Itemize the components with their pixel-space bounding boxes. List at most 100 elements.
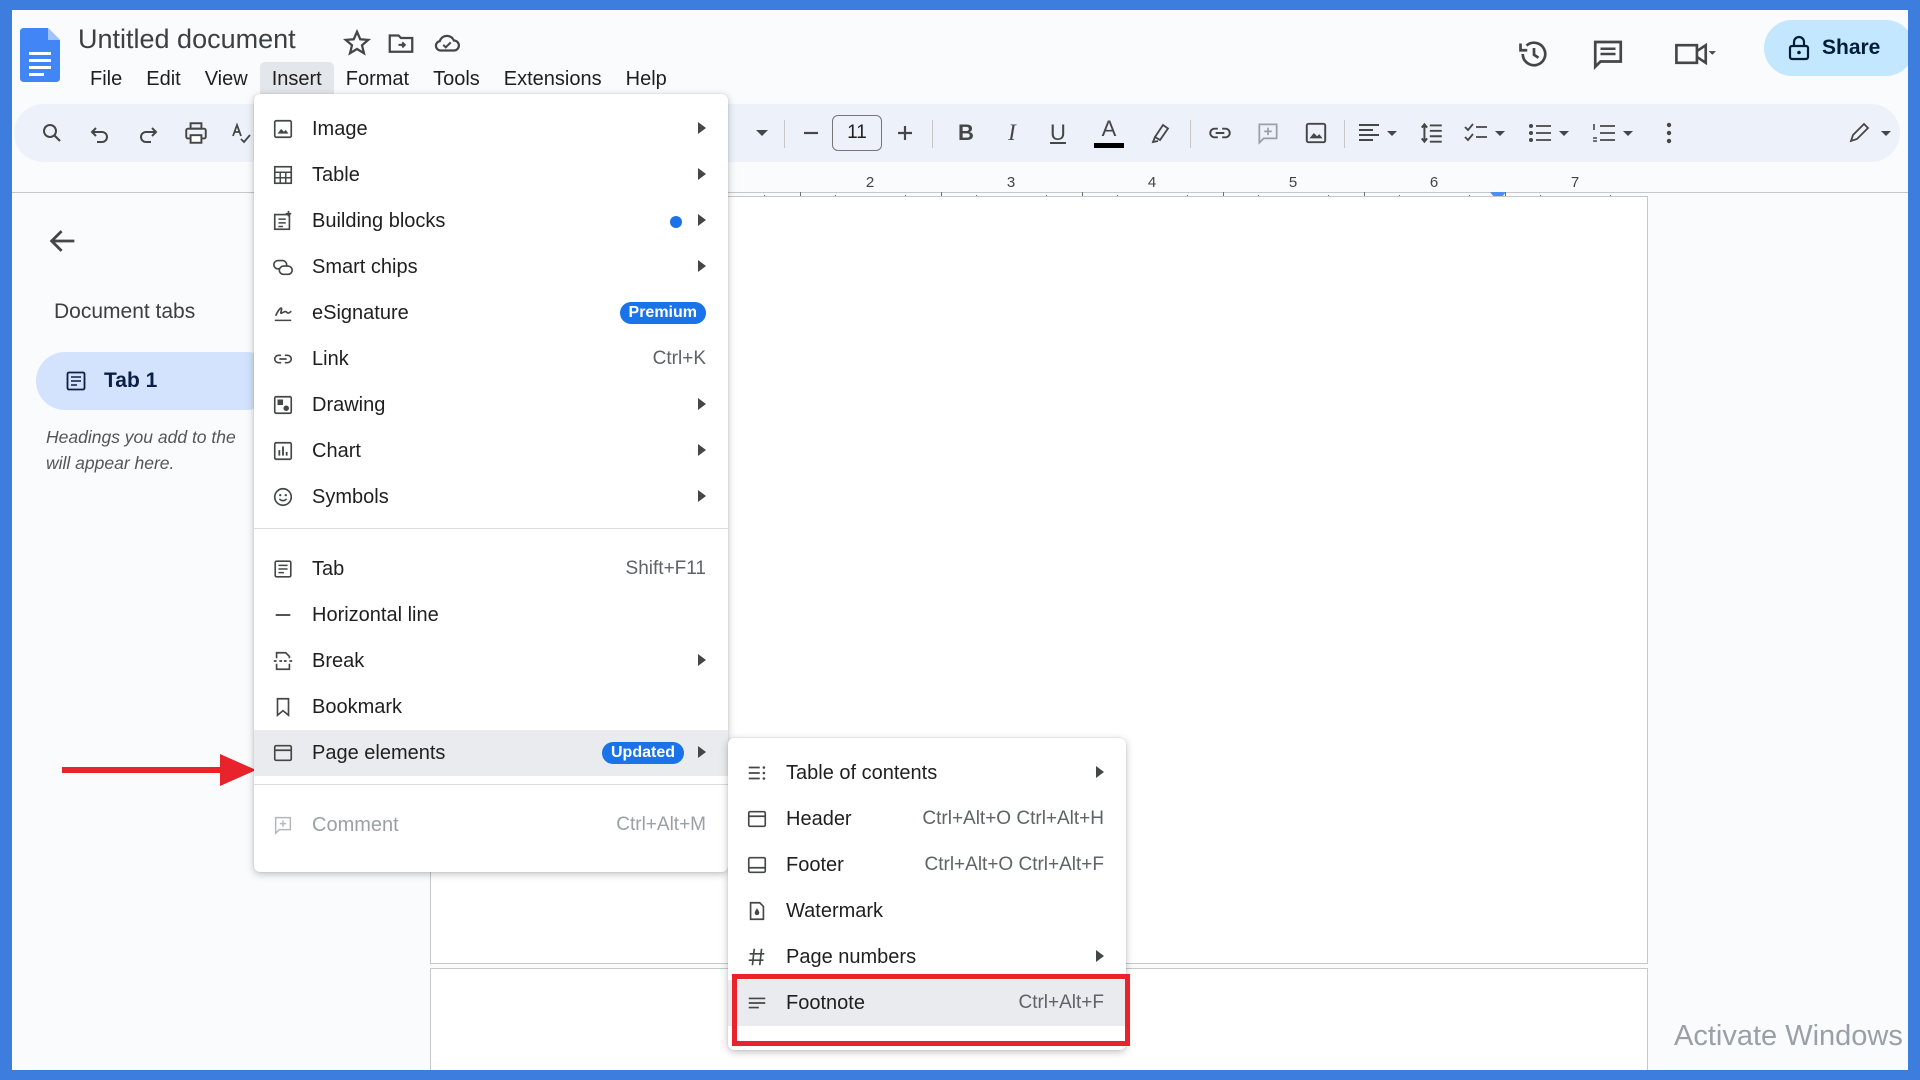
editing-mode-icon[interactable] xyxy=(1844,104,1900,162)
docs-logo-icon[interactable] xyxy=(20,28,60,82)
highlight-icon[interactable] xyxy=(1142,104,1178,162)
image-icon xyxy=(273,119,293,139)
menu-item-break[interactable]: Break xyxy=(254,638,728,684)
menu-item-page-numbers[interactable]: Page numbers xyxy=(728,934,1126,980)
menu-bar: File Edit View Insert Format Tools Exten… xyxy=(78,62,679,98)
menu-file[interactable]: File xyxy=(78,62,134,98)
decrease-font-icon[interactable] xyxy=(796,104,826,162)
tab-label: Tab 1 xyxy=(104,369,158,392)
menu-item-footnote[interactable]: Footnote Ctrl+Alt+F xyxy=(728,980,1126,1026)
menu-view[interactable]: View xyxy=(193,62,260,98)
spellcheck-icon[interactable] xyxy=(224,104,258,162)
move-folder-icon[interactable] xyxy=(386,28,416,58)
font-size-input[interactable]: 11 xyxy=(832,115,882,151)
ruler-number: 7 xyxy=(1570,174,1580,191)
menu-item-label: Table xyxy=(312,163,360,186)
menu-item-table-of-contents[interactable]: Table of contents xyxy=(728,750,1126,796)
esignature-icon xyxy=(274,307,292,322)
insert-menu: Image Table Building blocks Smart chips … xyxy=(254,94,728,872)
page-elements-icon xyxy=(273,744,293,762)
sidebar-tab-1[interactable]: Tab 1 xyxy=(36,352,276,410)
footnote-icon xyxy=(748,997,766,1009)
menu-edit[interactable]: Edit xyxy=(134,62,192,98)
menu-item-tab[interactable]: Tab Shift+F11 xyxy=(254,546,728,592)
menu-insert[interactable]: Insert xyxy=(259,62,334,98)
ruler-number: 5 xyxy=(1288,174,1298,191)
back-arrow-icon[interactable] xyxy=(46,224,80,258)
menu-item-smart-chips[interactable]: Smart chips xyxy=(254,244,728,290)
insert-image-icon[interactable] xyxy=(1298,104,1334,162)
menu-item-label: Image xyxy=(312,117,368,140)
menu-item-label: Chart xyxy=(312,439,361,462)
meet-icon[interactable] xyxy=(1672,36,1716,72)
menu-item-drawing[interactable]: Drawing xyxy=(254,382,728,428)
submenu-arrow-icon xyxy=(698,214,706,226)
menu-extensions[interactable]: Extensions xyxy=(492,62,614,98)
menu-item-horizontal-line[interactable]: Horizontal line xyxy=(254,592,728,638)
menu-format[interactable]: Format xyxy=(334,62,421,98)
submenu-arrow-icon xyxy=(1096,950,1104,962)
menu-item-watermark[interactable]: Watermark xyxy=(728,888,1126,934)
menu-item-page-elements[interactable]: Page elements Updated xyxy=(254,730,728,776)
menu-tools[interactable]: Tools xyxy=(421,62,492,98)
smart-chips-icon xyxy=(273,259,293,276)
increase-font-icon[interactable] xyxy=(890,104,920,162)
italic-icon[interactable]: I xyxy=(994,104,1030,162)
text-color-icon[interactable]: A xyxy=(1092,104,1126,162)
menu-item-footer[interactable]: Footer Ctrl+Alt+O Ctrl+Alt+F xyxy=(728,842,1126,888)
undo-icon[interactable] xyxy=(80,104,120,162)
numbered-list-icon[interactable] xyxy=(1588,104,1644,162)
updated-badge: Updated xyxy=(602,742,684,764)
menu-item-label: Horizontal line xyxy=(312,603,439,626)
header-icon xyxy=(747,810,767,828)
underline-icon[interactable]: U xyxy=(1040,104,1076,162)
menu-item-label: Page numbers xyxy=(786,945,917,968)
menu-item-bookmark[interactable]: Bookmark xyxy=(254,684,728,730)
outline-hint-line: will appear here. xyxy=(46,453,175,473)
align-icon[interactable] xyxy=(1354,104,1404,162)
menu-item-image[interactable]: Image xyxy=(254,106,728,152)
page-elements-submenu: Table of contents Header Ctrl+Alt+O Ctrl… xyxy=(728,738,1126,1050)
menu-item-table[interactable]: Table xyxy=(254,152,728,198)
annotation-arrow xyxy=(62,754,256,786)
cloud-saved-icon[interactable] xyxy=(432,28,462,58)
bold-icon[interactable]: B xyxy=(948,104,984,162)
document-title[interactable]: Untitled document xyxy=(78,24,296,55)
comments-icon[interactable] xyxy=(1590,36,1626,72)
drawing-icon xyxy=(273,395,293,415)
submenu-arrow-icon xyxy=(698,444,706,456)
bulleted-list-icon[interactable] xyxy=(1524,104,1580,162)
star-icon[interactable] xyxy=(342,28,372,58)
share-button[interactable]: Share xyxy=(1764,20,1908,76)
comment-icon xyxy=(274,816,292,836)
add-comment-icon[interactable] xyxy=(1250,104,1286,162)
menu-item-label: Smart chips xyxy=(312,255,418,278)
outline-hint-line: Headings you add to the xyxy=(46,427,236,447)
font-dropdown-arrow-icon[interactable] xyxy=(750,104,774,162)
history-icon[interactable] xyxy=(1516,36,1552,72)
menu-item-label: Symbols xyxy=(312,485,389,508)
menu-item-symbols[interactable]: Symbols xyxy=(254,474,728,520)
link-icon[interactable] xyxy=(1202,104,1238,162)
print-icon[interactable] xyxy=(176,104,216,162)
redo-icon[interactable] xyxy=(128,104,168,162)
document-tabs-heading: Document tabs xyxy=(54,300,196,323)
submenu-arrow-icon xyxy=(698,654,706,666)
submenu-arrow-icon xyxy=(698,490,706,502)
menu-item-header[interactable]: Header Ctrl+Alt+O Ctrl+Alt+H xyxy=(728,796,1126,842)
menu-divider xyxy=(254,784,728,785)
more-icon[interactable] xyxy=(1654,104,1684,162)
checklist-icon[interactable] xyxy=(1460,104,1516,162)
submenu-arrow-icon xyxy=(698,746,706,758)
menu-item-chart[interactable]: Chart xyxy=(254,428,728,474)
menu-help[interactable]: Help xyxy=(614,62,679,98)
watermark-icon xyxy=(749,901,765,921)
footer-icon xyxy=(747,856,767,874)
search-icon[interactable] xyxy=(32,104,72,162)
menu-item-label: Bookmark xyxy=(312,695,403,718)
menu-item-esignature[interactable]: eSignature Premium xyxy=(254,290,728,336)
line-spacing-icon[interactable] xyxy=(1414,104,1450,162)
menu-item-link[interactable]: Link Ctrl+K xyxy=(254,336,728,382)
menu-item-building-blocks[interactable]: Building blocks xyxy=(254,198,728,244)
submenu-arrow-icon xyxy=(698,122,706,134)
